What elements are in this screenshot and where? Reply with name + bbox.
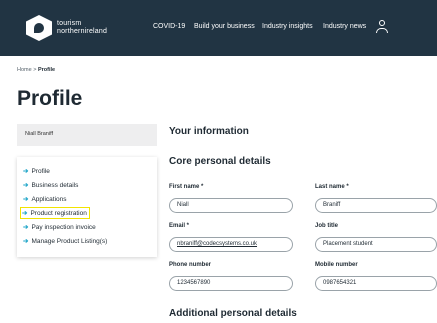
logo-text: tourism northernireland [57,20,107,36]
nav-industry-news[interactable]: Industry news [323,23,366,30]
nav-covid[interactable]: COVID-19 [153,23,185,30]
first-name-input[interactable]: Niall [169,198,293,213]
sidebar-item-profile[interactable]: ➔ Profile [23,167,50,175]
last-name-label: Last name * [315,184,349,190]
arrow-right-icon: ➔ [23,168,29,175]
breadcrumb: Home > Profile [17,67,55,73]
arrow-right-icon: ➔ [23,182,29,189]
logo-hexagon-icon [26,15,52,41]
email-input[interactable]: nbraniff@codecsystems.co.uk [169,237,293,252]
arrow-right-icon: ➔ [23,224,29,231]
sidebar-item-manage-product-listings[interactable]: ➔ Manage Product Listing(s) [23,237,107,245]
user-account-icon[interactable] [376,20,388,34]
mobile-input[interactable]: 0987654321 [315,276,437,291]
page-title: Profile [17,87,83,110]
sidebar-item-product-registration[interactable]: ➔ Product registration [20,207,90,219]
top-navigation-bar: tourism northernireland COVID-19 Build y… [0,0,437,56]
core-details-heading: Core personal details [169,156,271,167]
sidebar-item-applications[interactable]: ➔ Applications [23,195,67,203]
tourism-ni-logo[interactable]: tourism northernireland [26,15,124,41]
additional-details-heading: Additional personal details [169,308,297,319]
profile-sidebar-menu: ➔ Profile ➔ Business details ➔ Applications… [17,157,157,257]
breadcrumb-current: Profile [37,67,56,73]
email-label: Email * [169,223,190,229]
phone-input[interactable]: 1234567890 [169,276,293,291]
arrow-right-icon: ➔ [23,238,29,245]
breadcrumb-home[interactable]: Home [17,67,32,73]
phone-label: Phone number [169,262,212,268]
sidebar-item-business-details[interactable]: ➔ Business details [23,181,78,189]
first-name-label: First name * [169,184,204,190]
sidebar-item-pay-inspection-invoice[interactable]: ➔ Pay inspection invoice [23,223,96,231]
arrow-right-icon: ➔ [23,196,29,203]
breadcrumb-separator: > [33,67,37,73]
your-information-heading: Your information [169,126,249,137]
mobile-label: Mobile number [315,262,358,268]
arrow-right-icon: ➔ [22,210,28,217]
nav-industry-insights[interactable]: Industry insights [262,23,313,30]
job-title-label: Job title [315,223,339,229]
logo-line-2: northernireland [57,28,108,35]
last-name-input[interactable]: Braniff [315,198,437,213]
logo-line-1: tourism [57,20,82,27]
job-title-input[interactable]: Placement student [315,237,437,252]
user-name-panel: Niall Braniff [17,124,157,146]
nav-build-business[interactable]: Build your business [194,23,255,30]
